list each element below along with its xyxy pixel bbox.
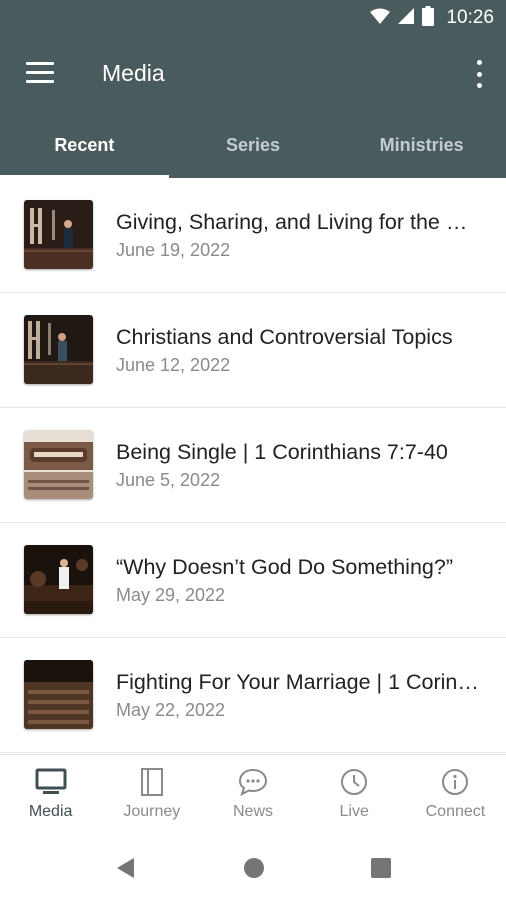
info-icon bbox=[442, 769, 469, 795]
page-title: Media bbox=[102, 60, 165, 86]
media-title: “Why Doesn’t God Do Something?” bbox=[116, 555, 453, 579]
status-time: 10:26 bbox=[446, 7, 494, 28]
tab-ministries[interactable]: Ministries bbox=[337, 112, 506, 178]
tab-recent[interactable]: Recent bbox=[0, 112, 169, 178]
bottom-navigation: Media Journey News Live Connect bbox=[0, 754, 506, 837]
media-title: Christians and Controversial Topics bbox=[116, 325, 453, 349]
back-icon[interactable] bbox=[114, 856, 136, 880]
media-title: Being Single | 1 Corinthians 7:7-40 bbox=[116, 440, 448, 464]
media-list-item[interactable]: Christians and Controversial Topics June… bbox=[0, 293, 506, 408]
speaker-stage-thumbnail bbox=[24, 545, 93, 614]
nav-label: Media bbox=[28, 803, 73, 820]
hamburger-menu-icon[interactable] bbox=[26, 62, 54, 84]
media-list: Giving, Sharing, and Living for the Gosp… bbox=[0, 178, 506, 753]
system-navigation-bar bbox=[0, 836, 506, 900]
media-list-item[interactable]: Fighting For Your Marriage | 1 Corinthia… bbox=[0, 638, 506, 753]
more-vert-icon[interactable] bbox=[474, 60, 484, 88]
nav-label: Connect bbox=[425, 803, 486, 820]
media-date: May 22, 2022 bbox=[116, 700, 226, 720]
wifi-icon bbox=[370, 8, 391, 29]
media-date: June 5, 2022 bbox=[116, 470, 221, 490]
media-date: June 12, 2022 bbox=[116, 355, 231, 375]
nav-item-journey[interactable]: Journey bbox=[101, 755, 202, 837]
media-list-item[interactable]: Being Single | 1 Corinthians 7:7-40 June… bbox=[0, 408, 506, 523]
status-bar: 10:26 bbox=[0, 0, 506, 36]
tv-icon bbox=[35, 768, 67, 794]
recents-icon[interactable] bbox=[370, 857, 392, 879]
nav-label: News bbox=[233, 803, 274, 820]
series-banner-thumbnail bbox=[24, 430, 93, 499]
clock-icon bbox=[341, 769, 368, 795]
app-bar: Media bbox=[0, 36, 506, 112]
signal-icon bbox=[398, 7, 415, 29]
media-title: Giving, Sharing, and Living for the Gosp… bbox=[116, 210, 484, 234]
stage-speaker-thumbnail bbox=[24, 200, 93, 269]
nav-item-connect[interactable]: Connect bbox=[405, 755, 506, 837]
nav-item-news[interactable]: News bbox=[202, 755, 303, 837]
media-title: Fighting For Your Marriage | 1 Corinthia… bbox=[116, 670, 484, 694]
book-icon bbox=[140, 768, 163, 796]
nav-item-media[interactable]: Media bbox=[0, 755, 101, 837]
congregation-thumbnail bbox=[24, 660, 93, 729]
media-date: June 19, 2022 bbox=[116, 240, 231, 260]
media-list-item[interactable]: “Why Doesn’t God Do Something?” May 29, … bbox=[0, 523, 506, 638]
chat-bubble-icon bbox=[238, 768, 268, 796]
battery-icon bbox=[422, 5, 435, 31]
media-date: May 29, 2022 bbox=[116, 585, 226, 605]
media-list-item[interactable]: Giving, Sharing, and Living for the Gosp… bbox=[0, 178, 506, 293]
home-icon[interactable] bbox=[242, 856, 266, 880]
nav-item-live[interactable]: Live bbox=[304, 755, 405, 837]
nav-label: Live bbox=[339, 803, 369, 820]
tab-series[interactable]: Series bbox=[169, 112, 338, 178]
nav-label: Journey bbox=[123, 803, 181, 820]
stage-speaker-thumbnail bbox=[24, 315, 93, 384]
status-icons: 10:26 bbox=[370, 5, 494, 31]
tab-bar: Recent Series Ministries bbox=[0, 112, 506, 178]
